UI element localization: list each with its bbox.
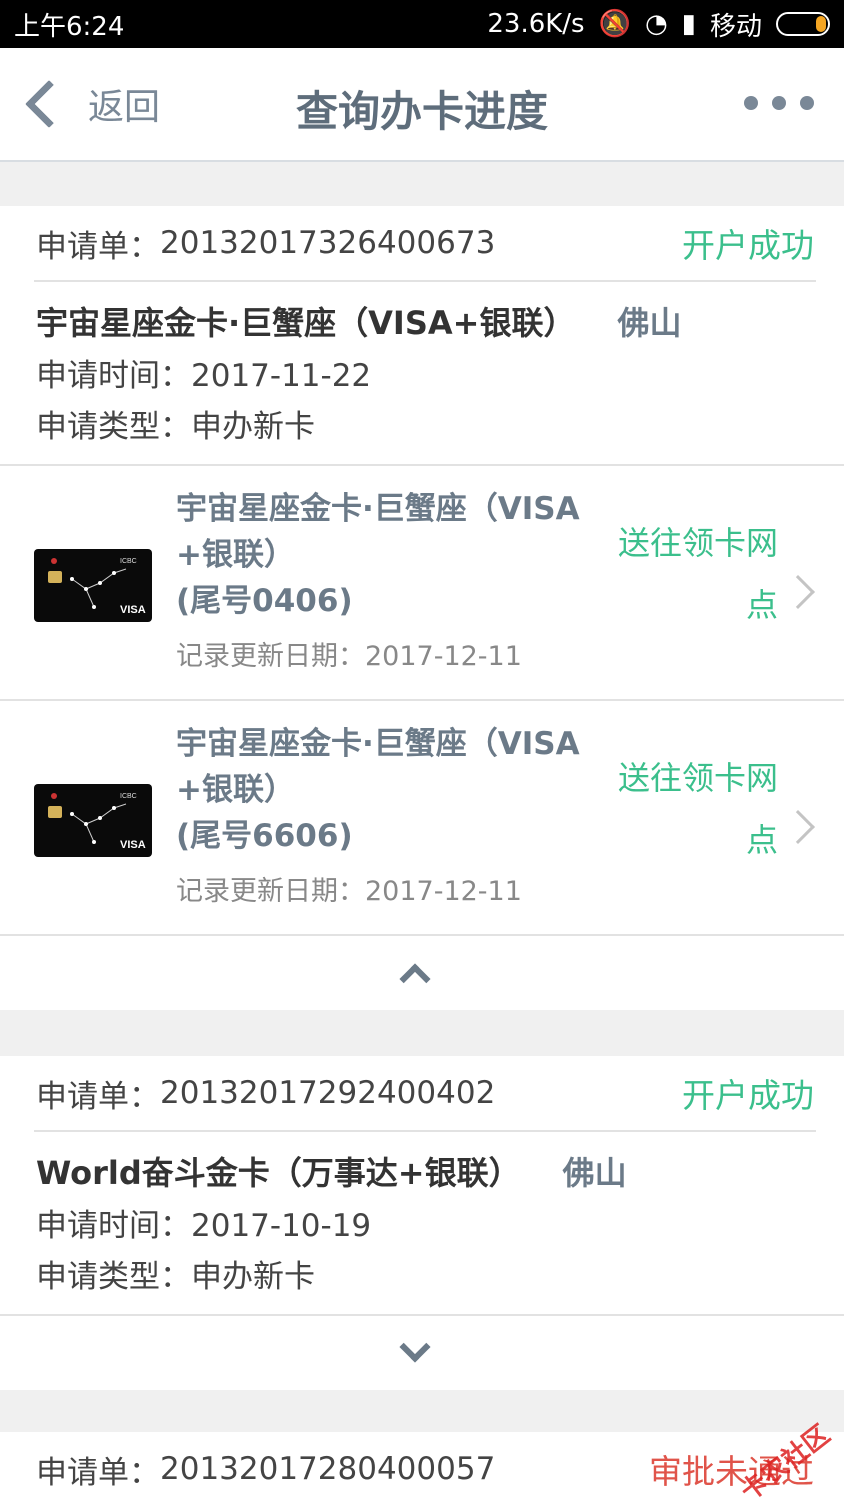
card-product-name: 宇宙星座金卡·巨蟹座（VISA+银联）	[36, 304, 576, 342]
issued-card-title: 宇宙星座金卡·巨蟹座（VISA +银联） (尾号0406)	[176, 486, 596, 624]
issued-card-row[interactable]: ICBC VISA 宇宙星座金卡·巨蟹座（VISA +银联） (尾号6606) …	[0, 701, 844, 936]
apply-type: 申请类型：申办新卡	[36, 409, 315, 445]
card-tail-number: (尾号0406)	[176, 583, 353, 619]
card-tail-number: (尾号6606)	[176, 818, 353, 854]
more-dot-icon	[800, 96, 814, 110]
svg-text:ICBC: ICBC	[120, 793, 137, 800]
svg-text:VISA: VISA	[120, 604, 146, 616]
collapse-toggle[interactable]	[0, 936, 844, 1010]
status-line: 点	[745, 586, 778, 624]
status-badge: 开户成功	[682, 1076, 814, 1115]
chevron-up-icon	[399, 963, 431, 995]
card-product-name: World奋斗金卡（万事达+银联）	[36, 1154, 521, 1192]
order-number: 20132017280400057	[160, 1451, 496, 1487]
order-row: 申请单： 20132017280400057 审批未通过	[0, 1432, 844, 1500]
order-label: 申请单：	[36, 1454, 160, 1491]
chevron-right-icon	[781, 575, 815, 609]
chevron-down-icon	[399, 1331, 431, 1363]
order-label: 申请单：	[36, 1078, 160, 1115]
chevron-right-icon	[781, 810, 815, 844]
city-label: 佛山	[617, 304, 682, 342]
issued-card-row[interactable]: ICBC VISA 宇宙星座金卡·巨蟹座（VISA +银联） (尾号0406) …	[0, 466, 844, 701]
title-line: 宇宙星座金卡·巨蟹座（VISA	[176, 726, 580, 762]
page-title: 查询办卡进度	[295, 87, 548, 136]
status-line: 点	[745, 821, 778, 859]
record-update-date: 记录更新日期：2017-12-11	[176, 876, 522, 907]
order-number: 20132017292400402	[160, 1075, 496, 1111]
issued-card-title: 宇宙星座金卡·巨蟹座（VISA +银联） (尾号6606)	[176, 721, 596, 859]
more-menu-button[interactable]	[744, 96, 814, 110]
more-dot-icon	[744, 96, 758, 110]
apply-time: 申请时间：2017-11-22	[36, 358, 372, 394]
nav-header: 返回 查询办卡进度	[0, 48, 844, 162]
application-card: 申请单： 20132017326400673 开户成功 宇宙星座金卡·巨蟹座（V…	[0, 206, 844, 1010]
more-dot-icon	[772, 96, 786, 110]
card-thumbnail: ICBC VISA	[34, 549, 152, 622]
order-number: 20132017326400673	[160, 225, 496, 261]
apply-type: 申请类型：申办新卡	[36, 1259, 315, 1295]
application-card: 申请单： 20132017280400057 审批未通过	[0, 1432, 844, 1500]
status-bar: 上午6:24 23.6K/s 🔕 ◔ ▮ 移动	[0, 0, 844, 48]
bell-muted-icon: 🔕	[598, 9, 631, 39]
delivery-status: 送往领卡网 点	[588, 747, 778, 871]
card-thumbnail: ICBC VISA	[34, 784, 152, 857]
city-label: 佛山	[562, 1154, 627, 1192]
signal-icon: ▮	[681, 9, 696, 39]
application-info: World奋斗金卡（万事达+银联） 佛山 申请时间：2017-10-19 申请类…	[0, 1132, 844, 1314]
expand-toggle[interactable]	[0, 1316, 844, 1390]
order-row: 申请单： 20132017326400673 开户成功	[0, 206, 844, 280]
wifi-icon: ◔	[644, 9, 668, 39]
status-line: 送往领卡网	[617, 524, 778, 562]
svg-text:VISA: VISA	[120, 839, 146, 851]
svg-text:ICBC: ICBC	[120, 558, 137, 565]
title-line: 宇宙星座金卡·巨蟹座（VISA	[176, 491, 580, 527]
application-info: 宇宙星座金卡·巨蟹座（VISA+银联） 佛山 申请时间：2017-11-22 申…	[0, 282, 844, 464]
carrier-name: 移动	[709, 11, 762, 42]
status-badge: 开户成功	[682, 226, 814, 265]
status-line: 送往领卡网	[617, 759, 778, 797]
network-speed: 23.6K/s	[487, 9, 585, 39]
apply-time: 申请时间：2017-10-19	[36, 1208, 372, 1244]
title-line: +银联）	[176, 772, 295, 808]
record-update-date: 记录更新日期：2017-12-11	[176, 641, 522, 672]
application-card: 申请单： 20132017292400402 开户成功 World奋斗金卡（万事…	[0, 1056, 844, 1390]
clock: 上午6:24	[14, 11, 125, 42]
delivery-status: 送往领卡网 点	[588, 512, 778, 636]
order-label: 申请单：	[36, 228, 160, 265]
battery-icon	[776, 12, 830, 36]
order-row: 申请单： 20132017292400402 开户成功	[0, 1056, 844, 1130]
title-line: +银联）	[176, 537, 295, 573]
